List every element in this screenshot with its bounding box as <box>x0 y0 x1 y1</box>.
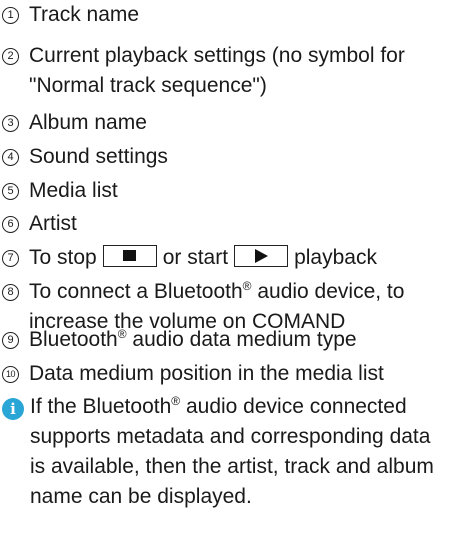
legend-item-5: 5 Media list <box>0 176 118 206</box>
legend-item-text: Sound settings <box>29 145 168 168</box>
callout-number: 6 <box>2 216 19 233</box>
callout-number: 7 <box>2 250 19 267</box>
callout-number: 8 <box>2 284 19 301</box>
legend-item-2: 2 Current playback settings (no symbol f… <box>0 41 405 101</box>
stop-button <box>102 245 157 268</box>
play-button <box>234 245 289 268</box>
legend-item-9: 9 Bluetooth® audio data medium type <box>0 325 357 355</box>
legend-item-text: Bluetooth® audio data medium type <box>29 327 357 351</box>
legend-item-10: 10 Data medium position in the media lis… <box>0 359 384 389</box>
info-note-text: If the Bluetooth® audio device connected… <box>30 394 434 508</box>
legend-item-line-2: "Normal track sequence") <box>29 74 267 97</box>
registered-mark: ® <box>171 394 181 408</box>
callout-number: 10 <box>2 366 19 383</box>
legend-item-text: To stop or start playback <box>29 245 377 269</box>
callout-number: 1 <box>2 7 19 24</box>
legend-item-text: Track name <box>29 3 140 26</box>
callout-number: 4 <box>2 149 19 166</box>
callout-number: 5 <box>2 183 19 200</box>
callout-number: 3 <box>2 115 19 132</box>
registered-mark: ® <box>117 327 127 341</box>
legend-item-3: 3 Album name <box>0 108 147 138</box>
registered-mark: ® <box>242 279 252 293</box>
legend-item-text: Album name <box>29 111 147 134</box>
legend-item-7: 7 To stop or start playback <box>0 243 377 273</box>
info-note: i If the Bluetooth® audio device connect… <box>0 392 464 512</box>
callout-number: 9 <box>2 332 19 349</box>
info-icon: i <box>2 398 24 420</box>
legend-item-line-1: Current playback settings (no symbol for <box>29 44 405 67</box>
stop-icon <box>122 250 136 262</box>
legend-item-1: 1 Track name <box>0 0 139 30</box>
play-icon <box>255 249 269 264</box>
legend-item-text: Artist <box>29 212 77 235</box>
callout-number: 2 <box>2 48 19 65</box>
legend-item-text: Media list <box>29 179 118 202</box>
legend-item-6: 6 Artist <box>0 209 77 239</box>
legend-item-text: Data medium position in the media list <box>29 362 384 385</box>
legend-item-4: 4 Sound settings <box>0 142 168 172</box>
legend-item-text: Current playback settings (no symbol for… <box>29 41 405 101</box>
